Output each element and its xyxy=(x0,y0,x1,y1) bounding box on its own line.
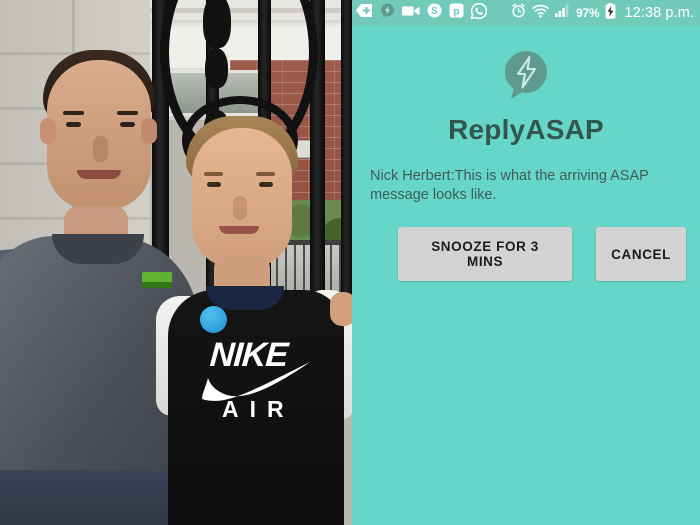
boy-eyebrow xyxy=(204,172,223,176)
svg-text:p: p xyxy=(453,6,459,18)
skype-icon: S xyxy=(427,3,442,23)
man-eye xyxy=(120,122,135,127)
video-camera-icon xyxy=(402,4,420,22)
phone-screenshot: S p 97% 12:38 p.m. ReplyASAP Nick Herber… xyxy=(352,0,700,525)
photograph: NIKE AIR xyxy=(0,0,352,525)
man-ear xyxy=(141,118,157,144)
dialog-button-row: SNOOZE FOR 3 MINS CANCEL xyxy=(366,227,686,281)
battery-charging-icon xyxy=(605,2,616,24)
man-ear xyxy=(40,118,56,144)
screenshot-root: NIKE AIR S p 97% 12:38 p.m. ReplyASAP Ni… xyxy=(0,0,700,525)
gate-finial xyxy=(205,48,228,88)
snooze-button[interactable]: SNOOZE FOR 3 MINS xyxy=(398,227,573,281)
air-wordmark: AIR xyxy=(222,396,295,422)
notification-dialog: ReplyASAP Nick Herbert:This is what the … xyxy=(352,48,700,281)
battery-percent-label: 97% xyxy=(576,6,600,20)
man-mouth xyxy=(77,170,121,179)
boy-nose xyxy=(233,196,247,220)
svg-text:S: S xyxy=(431,6,438,17)
app-logo xyxy=(366,48,686,100)
cancel-button[interactable]: CANCEL xyxy=(596,227,686,281)
man-eyebrow xyxy=(63,111,84,115)
notification-message: Nick Herbert:This is what the arriving A… xyxy=(370,168,649,203)
alarm-clock-icon xyxy=(511,3,526,23)
clock-label: 12:38 p.m. xyxy=(624,5,694,21)
hand xyxy=(330,292,352,326)
man-eyebrow xyxy=(117,111,138,115)
boy-eye xyxy=(207,182,221,187)
pushbullet-icon: p xyxy=(449,3,464,23)
man-eye xyxy=(66,122,81,127)
boy-mouth xyxy=(219,226,259,234)
add-icon xyxy=(356,3,373,23)
boy-eye xyxy=(259,182,273,187)
replyasap-notification-icon xyxy=(380,3,395,23)
blue-badge xyxy=(200,306,227,333)
man-face xyxy=(47,60,151,210)
status-bar-notification-icons: S p xyxy=(356,2,488,24)
superdry-logo xyxy=(142,272,172,288)
gate-bar xyxy=(341,0,352,330)
whatsapp-icon xyxy=(470,2,488,24)
status-bar: S p 97% 12:38 p.m. xyxy=(352,0,700,26)
man-nose xyxy=(93,136,108,162)
speech-bubble-lightning-icon xyxy=(505,51,547,99)
gate-finial xyxy=(203,0,231,48)
status-bar-system-icons: 97% 12:38 p.m. xyxy=(511,2,694,24)
wifi-icon xyxy=(532,4,549,23)
app-title: ReplyASAP xyxy=(448,114,604,145)
signal-bars-icon xyxy=(555,4,570,22)
boy-eyebrow xyxy=(256,172,275,176)
